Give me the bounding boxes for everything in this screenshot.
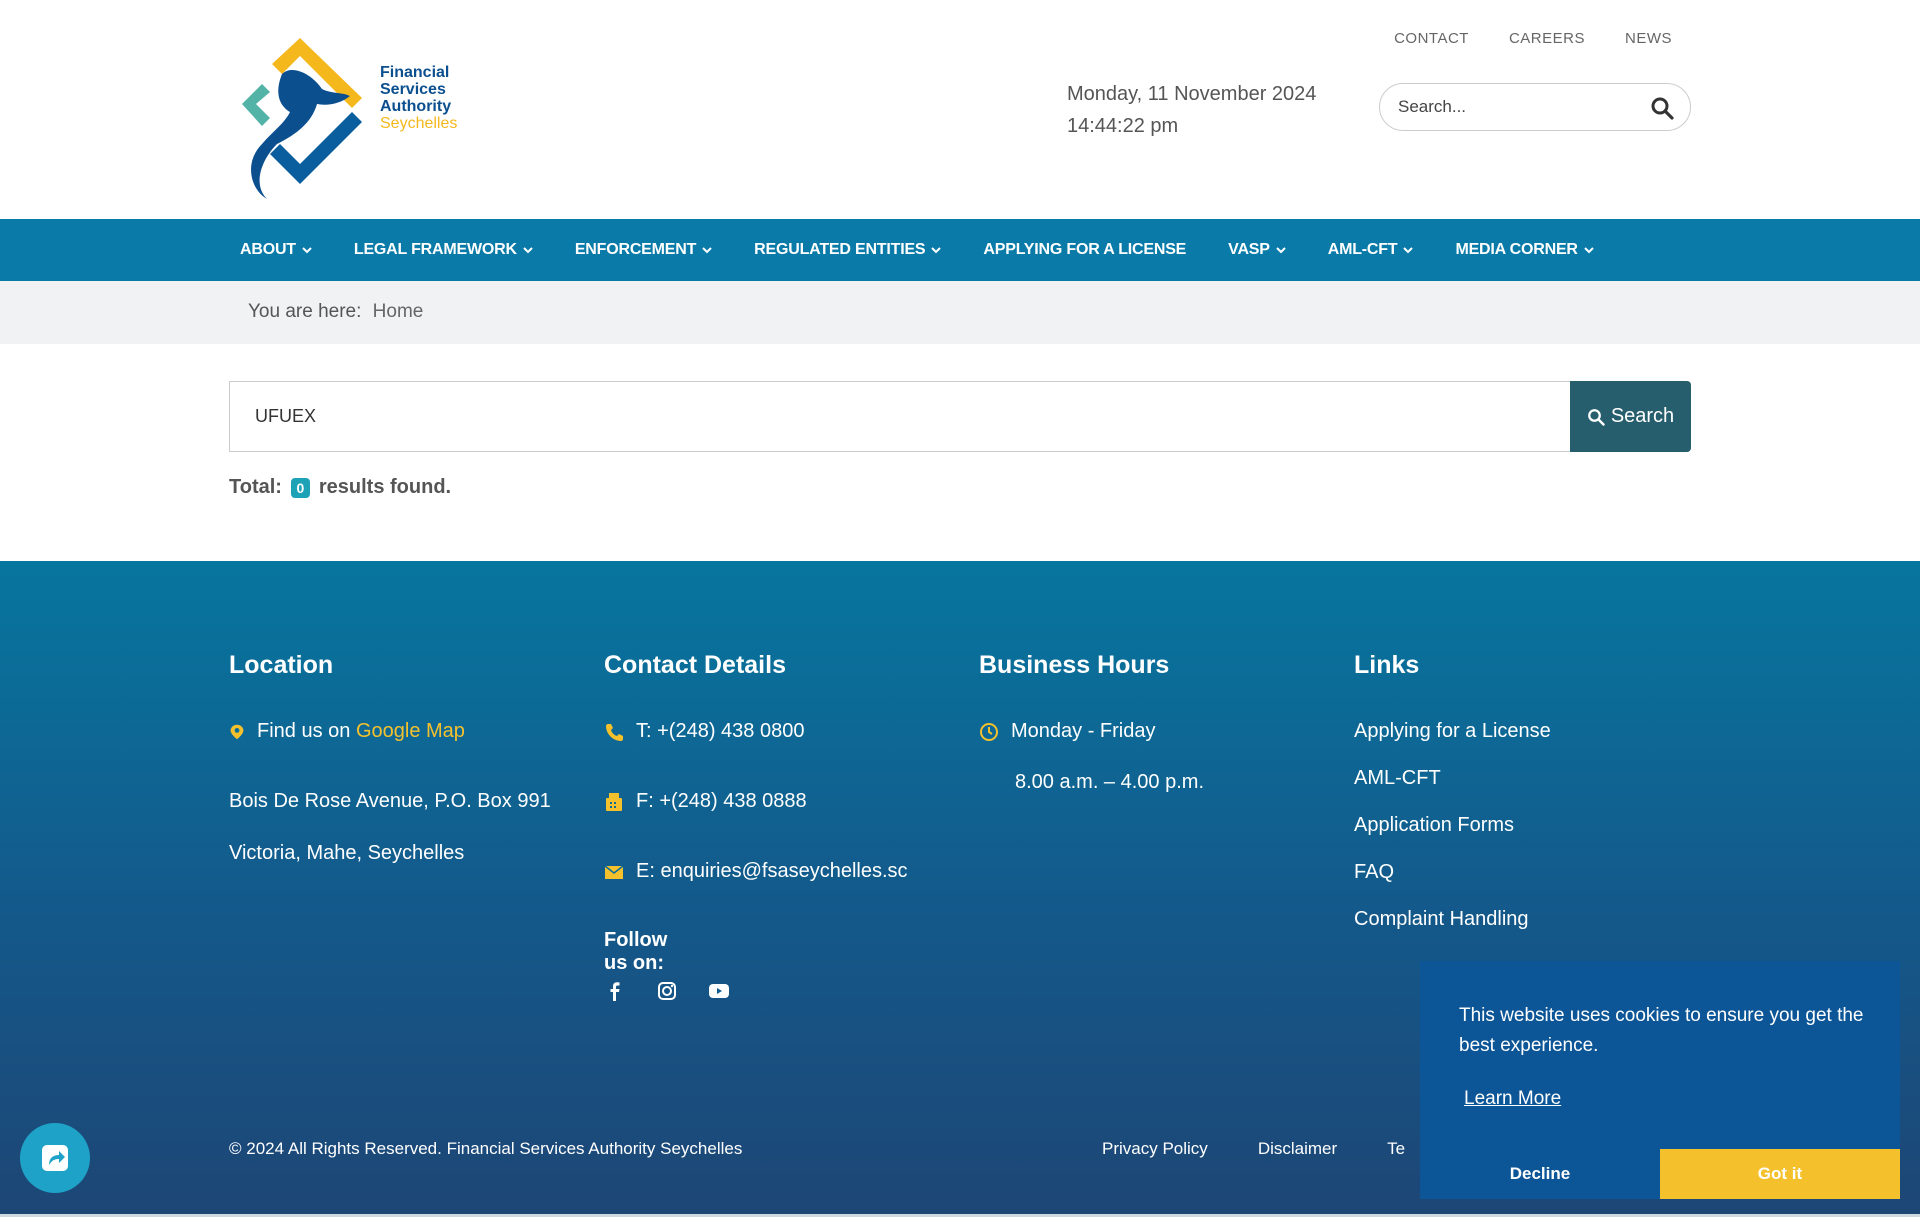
google-map-link[interactable]: Google Map — [356, 720, 465, 742]
nav-label: AML-CFT — [1327, 241, 1398, 258]
top-link-careers[interactable]: CAREERS — [1509, 30, 1585, 47]
share-icon — [42, 1145, 68, 1171]
bird-logo-icon — [242, 38, 362, 199]
current-datetime: Monday, 11 November 2024 14:44:22 pm — [1067, 78, 1316, 142]
envelope-icon — [604, 864, 624, 879]
logo-line-4: Seychelles — [380, 115, 458, 132]
nav-label: ABOUT — [240, 241, 296, 258]
footer-link-applying[interactable]: Applying for a License — [1354, 720, 1551, 743]
nav-label: MEDIA CORNER — [1455, 241, 1578, 258]
chevron-down-icon — [702, 247, 712, 254]
contact-email[interactable]: E: enquiries@fsaseychelles.sc — [604, 860, 908, 883]
clock-icon — [980, 722, 998, 741]
search-icon — [1587, 408, 1605, 426]
logo-line-3: Authority — [380, 98, 452, 115]
top-link-contact[interactable]: CONTACT — [1394, 30, 1469, 47]
chevron-down-icon — [1584, 247, 1594, 254]
main-nav: ABOUT LEGAL FRAMEWORK ENFORCEMENT REGULA… — [0, 219, 1920, 281]
nav-item-aml-cft[interactable]: AML-CFT — [1317, 241, 1425, 259]
top-link-news[interactable]: NEWS — [1625, 30, 1672, 47]
fsa-logo[interactable]: Financial Services Authority Seychelles — [232, 34, 472, 199]
cookie-message: This website uses cookies to ensure you … — [1459, 1005, 1864, 1056]
nav-item-legal-framework[interactable]: LEGAL FRAMEWORK — [343, 241, 544, 259]
logo-line-2: Services — [380, 81, 446, 98]
results-summary: Total: 0 results found. — [229, 476, 451, 499]
top-links: CONTACT CAREERS NEWS — [1394, 30, 1672, 47]
site-search-form: Search — [229, 381, 1691, 452]
contact-phone[interactable]: T: +(248) 438 0800 — [604, 720, 804, 743]
copyright: © 2024 All Rights Reserved. Financial Se… — [229, 1139, 743, 1158]
cookie-accept-button[interactable]: Got it — [1660, 1149, 1900, 1199]
breadcrumb-prefix: You are here: — [248, 301, 362, 322]
nav-item-regulated-entities[interactable]: REGULATED ENTITIES — [743, 241, 952, 259]
social-links — [604, 980, 730, 1002]
nav-item-vasp[interactable]: VASP — [1217, 241, 1297, 259]
map-pin-icon — [230, 724, 244, 739]
hours-days-text: Monday - Friday — [1011, 720, 1156, 742]
results-count-badge: 0 — [290, 477, 311, 498]
footer-link-application-forms[interactable]: Application Forms — [1354, 814, 1514, 837]
chevron-down-icon — [1403, 247, 1414, 254]
find-us: Find us on Google Map — [229, 720, 465, 743]
current-date: Monday, 11 November 2024 — [1067, 83, 1317, 105]
address-line-1: Bois De Rose Avenue, P.O. Box 991 — [229, 790, 551, 812]
contact-fax-text: F: +(248) 438 0888 — [636, 790, 807, 812]
footer-location-title: Location — [229, 651, 334, 679]
fax-icon — [606, 792, 622, 811]
youtube-icon[interactable] — [708, 980, 730, 1002]
cookie-banner: This website uses cookies to ensure you … — [1420, 961, 1900, 1199]
address-line-2: Victoria, Mahe, Seychelles — [229, 842, 465, 864]
cookie-decline-button[interactable]: Decline — [1420, 1149, 1660, 1199]
disclaimer-link[interactable]: Disclaimer — [1258, 1139, 1337, 1159]
contact-phone-text: T: +(248) 438 0800 — [636, 720, 805, 742]
chevron-down-icon — [931, 247, 942, 254]
chevron-down-icon — [302, 247, 312, 254]
site-header: Financial Services Authority Seychelles … — [0, 0, 1920, 219]
current-time: 14:44:22 pm — [1067, 115, 1179, 137]
hours-time: 8.00 a.m. – 4.00 p.m. — [1015, 771, 1204, 793]
breadcrumb-home[interactable]: Home — [373, 301, 424, 322]
footer-hours-title: Business Hours — [979, 651, 1170, 679]
nav-label: REGULATED ENTITIES — [754, 241, 926, 258]
footer-contact-title: Contact Details — [604, 651, 786, 679]
phone-icon — [606, 723, 623, 741]
search-icon[interactable] — [1650, 96, 1674, 120]
search-button-label: Search — [1610, 405, 1675, 427]
results-suffix: results found. — [318, 476, 452, 498]
contact-email-text: E: enquiries@fsaseychelles.sc — [636, 860, 908, 882]
hours-days: Monday - Friday — [979, 720, 1156, 743]
nav-label: LEGAL FRAMEWORK — [353, 241, 517, 258]
share-button[interactable] — [20, 1123, 90, 1193]
cookie-learn-more-link[interactable]: Learn More — [1464, 1088, 1561, 1110]
header-search-input[interactable] — [1398, 97, 1638, 117]
nav-item-media-corner[interactable]: MEDIA CORNER — [1444, 241, 1604, 259]
logo-line-1: Financial — [380, 64, 450, 81]
breadcrumb: You are here: Home — [0, 281, 1920, 344]
nav-label: APPLYING FOR A LICENSE — [983, 241, 1187, 258]
nav-item-about[interactable]: ABOUT — [229, 241, 323, 259]
logo-text: Financial Services Authority Seychelles — [380, 64, 457, 132]
nav-item-applying-for-a-license[interactable]: APPLYING FOR A LICENSE — [972, 241, 1197, 259]
footer-bottom-links: Privacy Policy Disclaimer Te — [1102, 1139, 1405, 1159]
terms-link[interactable]: Te — [1387, 1139, 1405, 1159]
results-prefix: Total: — [229, 476, 282, 498]
nav-label: VASP — [1228, 241, 1270, 258]
facebook-icon[interactable] — [604, 980, 626, 1002]
footer-links-title: Links — [1354, 651, 1420, 679]
search-button[interactable]: Search — [1570, 381, 1691, 452]
nav-label: ENFORCEMENT — [574, 241, 697, 258]
header-search — [1379, 83, 1691, 131]
search-input[interactable] — [229, 381, 1571, 452]
contact-fax: F: +(248) 438 0888 — [604, 790, 807, 813]
find-us-text: Find us on — [257, 720, 351, 742]
instagram-icon[interactable] — [656, 980, 678, 1002]
footer-link-aml-cft[interactable]: AML-CFT — [1354, 767, 1441, 790]
follow-us-label: Follow us on: — [604, 929, 668, 974]
footer-link-complaint-handling[interactable]: Complaint Handling — [1354, 908, 1529, 931]
nav-item-enforcement[interactable]: ENFORCEMENT — [564, 241, 723, 259]
chevron-down-icon — [523, 247, 533, 254]
privacy-policy-link[interactable]: Privacy Policy — [1102, 1139, 1208, 1159]
footer-link-faq[interactable]: FAQ — [1354, 861, 1394, 884]
chevron-down-icon — [1276, 247, 1286, 254]
